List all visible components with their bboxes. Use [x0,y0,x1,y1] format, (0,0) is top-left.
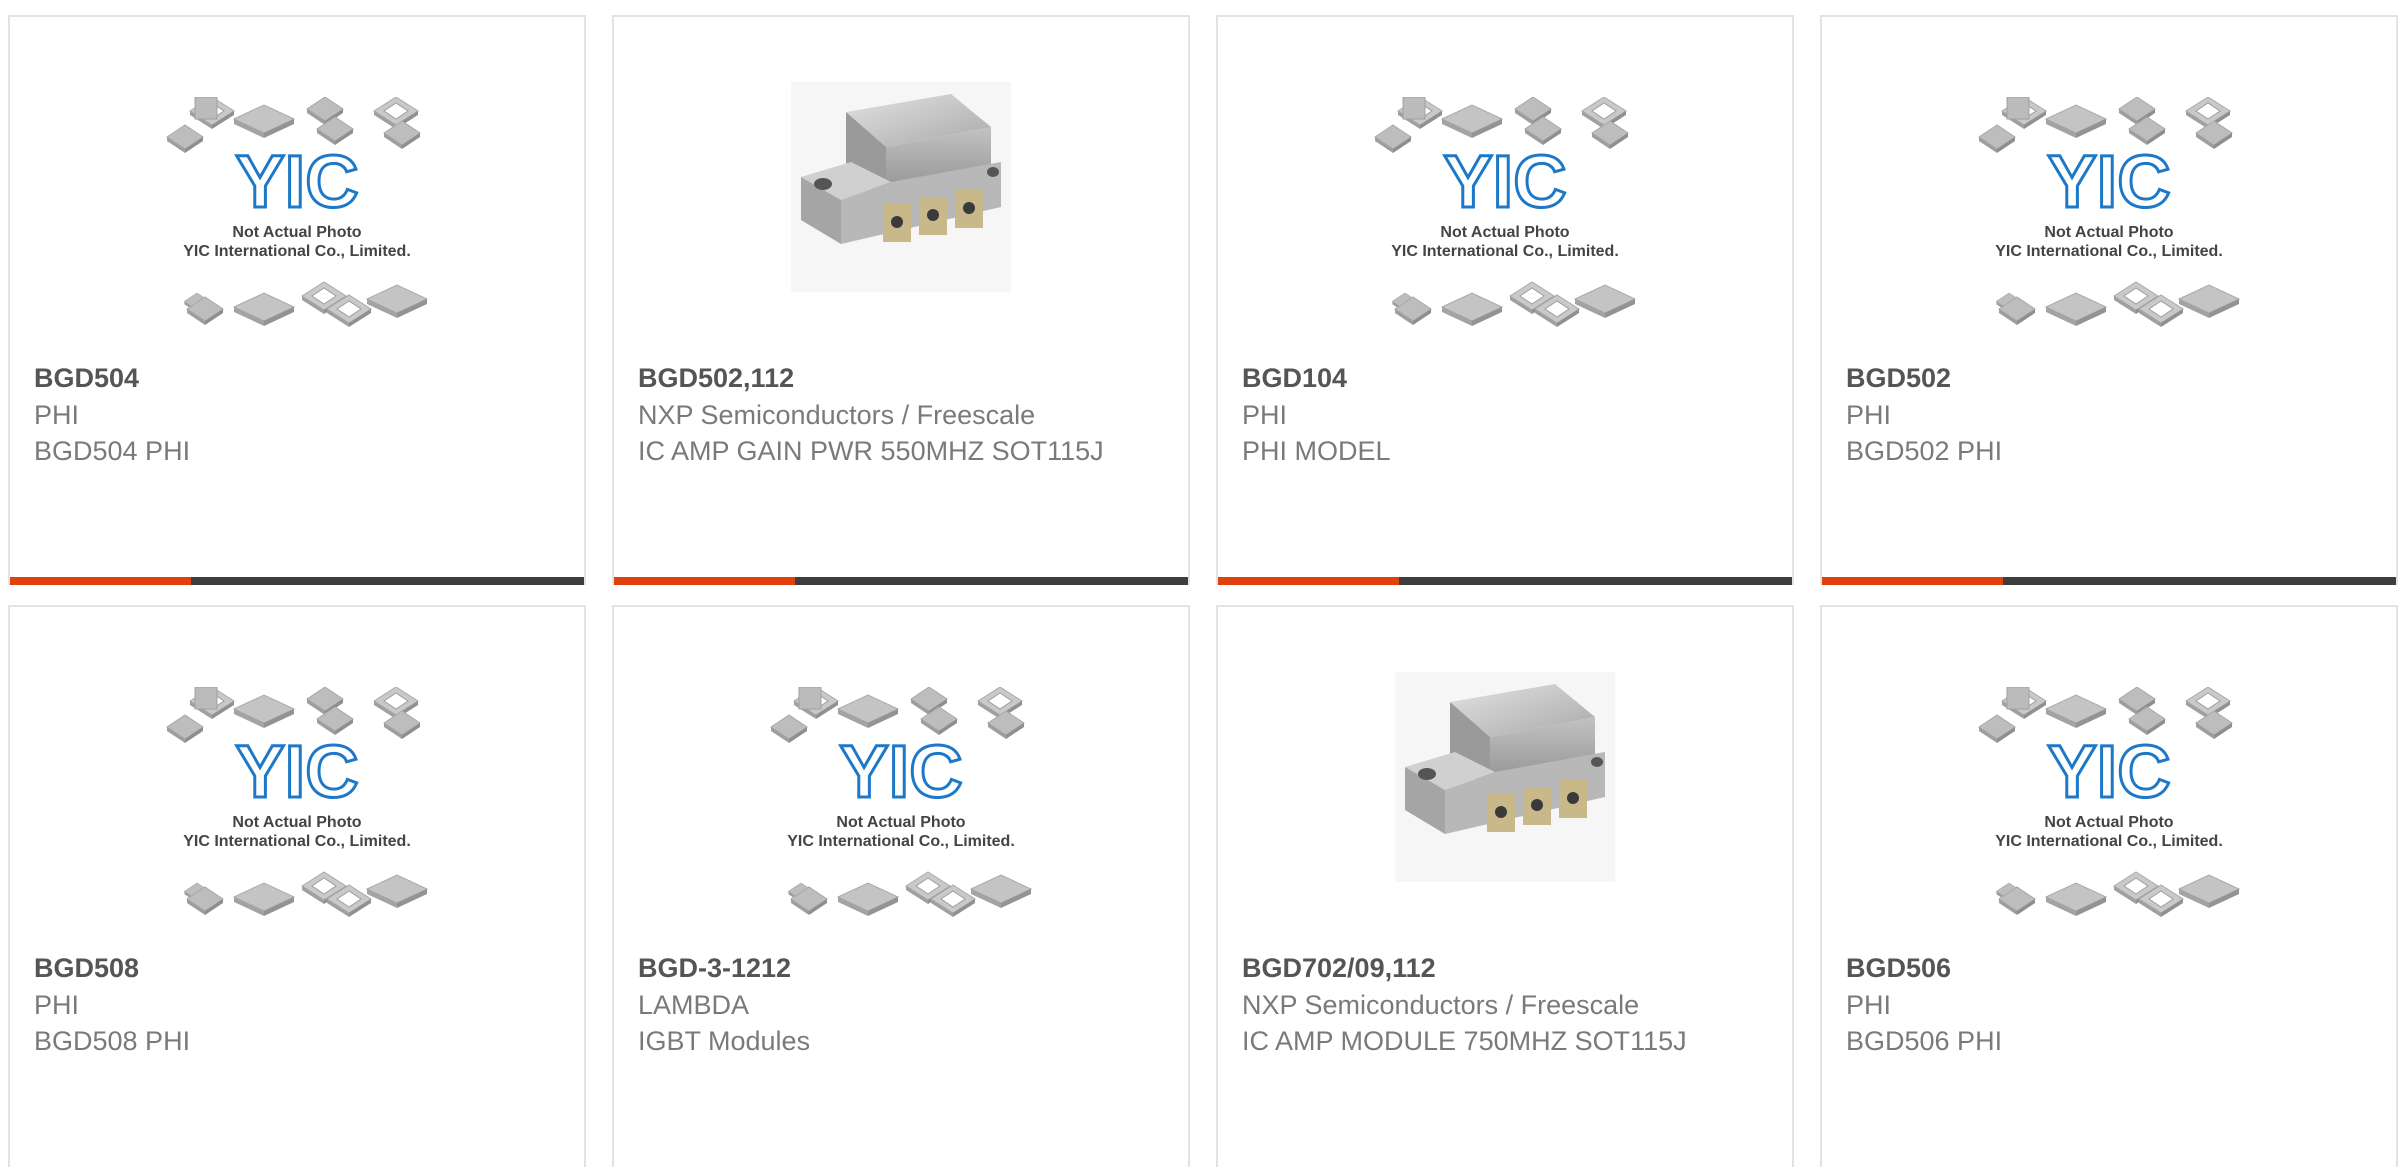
yic-logo: YIC [235,140,358,223]
description: BGD502 PHI [1846,436,2003,466]
yic-logo: YIC [1443,140,1566,223]
product-card[interactable]: YIC Not Actual Photo YIC International C… [1820,605,2398,1167]
not-actual-photo-text: Not Actual Photo [2044,814,2173,831]
part-number-link[interactable]: BGD702/09,112 [1242,949,1772,987]
product-photo[interactable] [614,17,1188,347]
not-actual-photo-graphic: YIC Not Actual Photo YIC International C… [1978,687,2240,918]
card-accent-bar [614,577,1188,585]
manufacturer: NXP Semiconductors / Freescale [1242,990,1640,1020]
not-actual-photo-text: Not Actual Photo [232,814,361,831]
card-accent-bar [10,577,584,585]
description: PHI MODEL [1242,436,1391,466]
company-name-text: YIC International Co., Limited. [183,243,411,260]
product-image-placeholder[interactable]: YIC Not Actual Photo YIC International C… [614,607,1188,937]
product-image-placeholder[interactable]: YIC Not Actual Photo YIC International C… [1822,17,2396,347]
yic-logo: YIC [839,730,962,813]
manufacturer: PHI [1846,400,1892,430]
not-actual-photo-graphic: YIC Not Actual Photo YIC International C… [166,687,428,918]
manufacturer: PHI [1846,990,1892,1020]
description: IC AMP MODULE 750MHZ SOT115J [1242,1026,1687,1056]
description: BGD508 PHI [34,1026,191,1056]
description: IC AMP GAIN PWR 550MHZ SOT115J [638,436,1104,466]
not-actual-photo-graphic: YIC Not Actual Photo YIC International C… [1374,97,1636,328]
description: BGD504 PHI [34,436,191,466]
company-name-text: YIC International Co., Limited. [1995,243,2223,260]
product-card[interactable]: BGD502,112 NXP Semiconductors / Freescal… [612,15,1190,585]
product-image-placeholder[interactable]: YIC Not Actual Photo YIC International C… [1822,607,2396,937]
company-name-text: YIC International Co., Limited. [1391,243,1619,260]
product-card[interactable]: YIC Not Actual Photo YIC International C… [1216,15,1794,585]
manufacturer: NXP Semiconductors / Freescale [638,400,1036,430]
description: BGD506 PHI [1846,1026,2003,1056]
not-actual-photo-text: Not Actual Photo [1440,224,1569,241]
manufacturer: PHI [34,400,80,430]
yic-logo: YIC [2047,730,2170,813]
company-name-text: YIC International Co., Limited. [183,833,411,850]
part-number-link[interactable]: BGD506 [1846,949,2376,987]
company-name-text: YIC International Co., Limited. [787,833,1015,850]
product-image-placeholder[interactable]: YIC Not Actual Photo YIC International C… [1218,17,1792,347]
not-actual-photo-graphic: YIC Not Actual Photo YIC International C… [1978,97,2240,328]
rf-module-photo [1395,672,1615,882]
product-card[interactable]: YIC Not Actual Photo YIC International C… [8,605,586,1167]
manufacturer: PHI [1242,400,1288,430]
card-accent-bar [1822,577,2396,585]
rf-module-photo [791,82,1011,292]
yic-logo: YIC [235,730,358,813]
not-actual-photo-text: Not Actual Photo [836,814,965,831]
manufacturer: PHI [34,990,80,1020]
part-number-link[interactable]: BGD502 [1846,359,2376,397]
not-actual-photo-text: Not Actual Photo [2044,224,2173,241]
product-card[interactable]: YIC Not Actual Photo YIC International C… [612,605,1190,1167]
part-number-link[interactable]: BGD502,112 [638,359,1168,397]
not-actual-photo-graphic: YIC Not Actual Photo YIC International C… [166,97,428,328]
not-actual-photo-text: Not Actual Photo [232,224,361,241]
product-image-placeholder[interactable]: YIC Not Actual Photo YIC International C… [10,607,584,937]
company-name-text: YIC International Co., Limited. [1995,833,2223,850]
manufacturer: LAMBDA [638,990,750,1020]
card-accent-bar [1218,577,1792,585]
product-image-placeholder[interactable]: YIC Not Actual Photo YIC International C… [10,17,584,347]
product-photo[interactable] [1218,607,1792,937]
yic-logo: YIC [2047,140,2170,223]
description: IGBT Modules [638,1026,811,1056]
product-card[interactable]: YIC Not Actual Photo YIC International C… [8,15,586,585]
not-actual-photo-graphic: YIC Not Actual Photo YIC International C… [770,687,1032,918]
part-number-link[interactable]: BGD504 [34,359,564,397]
product-card[interactable]: YIC Not Actual Photo YIC International C… [1820,15,2398,585]
part-number-link[interactable]: BGD-3-1212 [638,949,1168,987]
product-card[interactable]: BGD702/09,112 NXP Semiconductors / Frees… [1216,605,1794,1167]
product-grid: YIC Not Actual Photo YIC International C… [0,0,2400,1167]
part-number-link[interactable]: BGD508 [34,949,564,987]
part-number-link[interactable]: BGD104 [1242,359,1772,397]
